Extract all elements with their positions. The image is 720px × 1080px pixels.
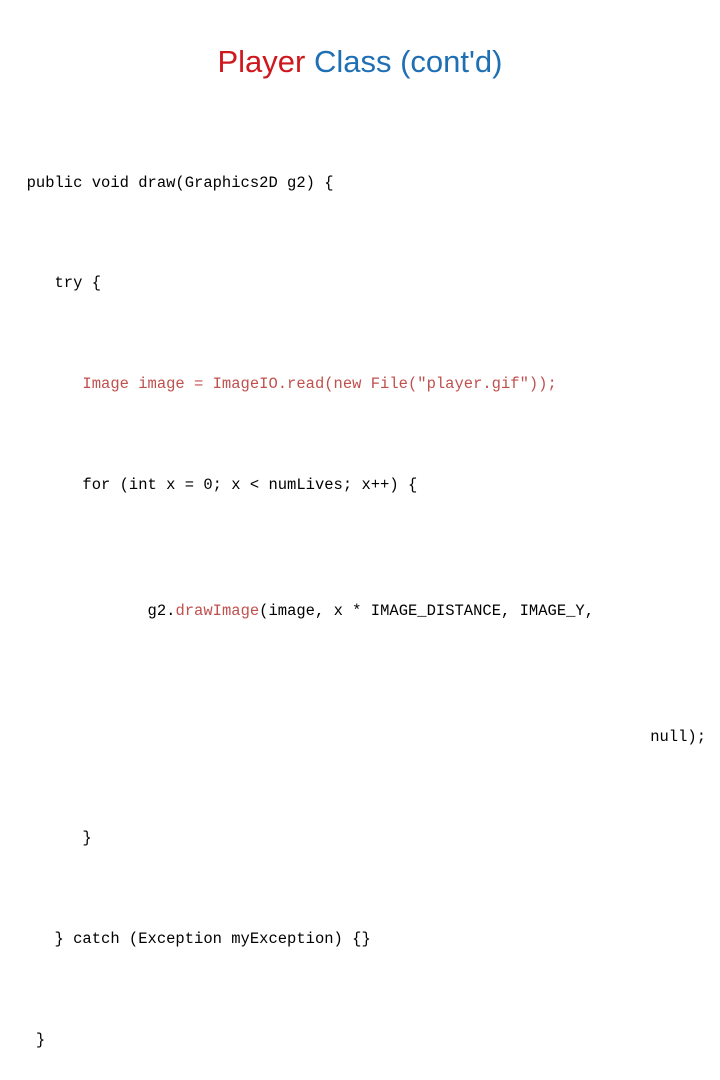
code-line-image-read: Image image = ImageIO.read(new File("pla… [8, 375, 557, 394]
code-draw-image-call: drawImage [175, 602, 260, 621]
code-line-try: try { [8, 274, 102, 293]
code-line-method-signature: public void draw(Graphics2D g2) { [8, 173, 334, 192]
code-line-null-arg: null); [650, 728, 706, 747]
code-line-catch: } catch (Exception myException) {} [8, 929, 371, 948]
page-title-red-part: Player [217, 44, 306, 79]
page-title: Player Class (cont'd) [0, 0, 720, 77]
code-line-close-method: } [8, 1030, 46, 1049]
code-draw-image-args: (image, x * IMAGE_DISTANCE, IMAGE_Y, [259, 602, 595, 621]
page-title-blue-part: Class (cont'd) [305, 44, 503, 79]
code-block: public void draw(Graphics2D g2) { try { … [0, 95, 720, 1080]
code-g2-prefix: g2. [45, 602, 176, 621]
code-line-close-for: } [8, 828, 92, 847]
code-line-for-loop: for (int x = 0; x < numLives; x++) { [8, 476, 418, 495]
code-line-draw-image: g2.drawImage(image, x * IMAGE_DISTANCE, … [8, 574, 714, 650]
